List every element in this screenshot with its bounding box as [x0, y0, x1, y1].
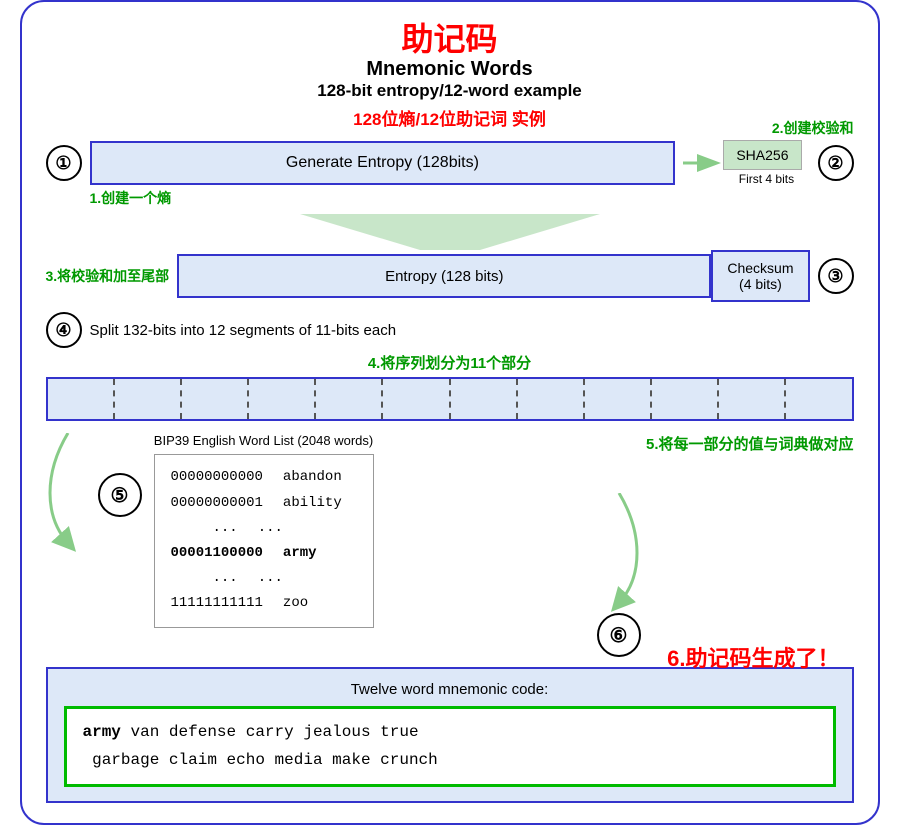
dict-row-1: 00000000000 abandon: [171, 465, 357, 490]
dict-right-1: abandon: [283, 465, 342, 490]
dict-left-5: ...: [171, 566, 238, 591]
dict-left-4: 00001100000: [171, 541, 263, 566]
step4-section: ④ Split 132-bits into 12 segments of 11-…: [46, 312, 854, 421]
dict-row-2: 00000000001 ability: [171, 491, 357, 516]
seg5: [316, 379, 383, 419]
subtitle-zh: 128位熵/12位助记词 实例: [46, 105, 854, 130]
mnemonic-box: army van defense carry jealous true garb…: [64, 706, 836, 786]
dict-left-1: 00000000000: [171, 465, 263, 490]
dict-row-6: 11111111111 zoo: [171, 591, 357, 616]
dict-row-5: ... ...: [171, 566, 357, 591]
dict-title: BIP39 English Word List (2048 words): [154, 433, 373, 448]
seg2: [115, 379, 182, 419]
bits-bar: [46, 377, 854, 421]
seg8: [518, 379, 585, 419]
step5-area: ⑤ BIP39 English Word List (2048 words) 0…: [46, 433, 854, 657]
right-arrow-area: [384, 493, 854, 613]
curved-arrow-icon: [46, 433, 90, 553]
seg9: [585, 379, 652, 419]
step4-text: Split 132-bits into 12 segments of 11-bi…: [90, 322, 397, 339]
step2-label: 2.创建校验和: [772, 118, 854, 138]
dict-right-2: ability: [283, 491, 342, 516]
seg1: [48, 379, 115, 419]
step6-outer: 6.助记码生成了！ Twelve word mnemonic code: arm…: [46, 667, 854, 802]
dict-left-3: ...: [171, 516, 238, 541]
funnel-arrow-area: [46, 214, 854, 250]
dict-row-4: 00001100000 army: [171, 541, 357, 566]
seg4: [249, 379, 316, 419]
circle-6: ⑥: [597, 613, 641, 657]
mnemonic-bold-word: army: [83, 723, 121, 741]
funnel-arrow-icon: [300, 214, 600, 250]
circle-3: ③: [818, 258, 854, 294]
step6-label-zh: 6.助记码生成了！: [667, 641, 839, 673]
mnemonic-rest: van defense carry jealous true garbage c…: [83, 723, 438, 768]
seg7: [451, 379, 518, 419]
right-curved-arrow-icon: [597, 493, 641, 613]
first4bits-label: First 4 bits: [739, 172, 794, 186]
step1-row: ① Generate Entropy (128bits) SHA256 Firs…: [46, 140, 854, 186]
dict-right-4: army: [283, 541, 317, 566]
step1-label-zh: 1.创建一个熵: [90, 188, 172, 208]
circle-1: ①: [46, 145, 82, 181]
title-zh: 助记码: [46, 20, 854, 58]
dict-left-6: 11111111111: [171, 591, 263, 616]
sha256-box: SHA256: [723, 140, 801, 170]
dict-right-6: zoo: [283, 591, 308, 616]
seg3: [182, 379, 249, 419]
step4-label-zh: 4.将序列划分为11个部分: [46, 352, 854, 373]
dict-right-5: ...: [258, 566, 283, 591]
dict-row-3: ... ...: [171, 516, 357, 541]
step3-row-wrapper: 3.将校验和加至尾部 Entropy (128 bits) Checksum (…: [46, 250, 854, 302]
circle-2: ②: [818, 145, 854, 181]
seg10: [652, 379, 719, 419]
checksum-box: Checksum (4 bits): [711, 250, 809, 302]
dict-left-2: 00000000001: [171, 491, 263, 516]
subtitle-en: 128-bit entropy/12-word example: [46, 81, 854, 101]
circle-4: ④: [46, 312, 82, 348]
left-green-arrows: [46, 433, 90, 553]
dict-area: BIP39 English Word List (2048 words) 000…: [154, 433, 374, 627]
step5-label-zh: 5.将每一部分的值与词典做对应: [646, 433, 854, 454]
bits-bar-inner: [48, 379, 852, 419]
title-en: Mnemonic Words: [46, 58, 854, 81]
step4-row: ④ Split 132-bits into 12 segments of 11-…: [46, 312, 854, 348]
seg12: [786, 379, 851, 419]
main-container: 助记码 Mnemonic Words 128-bit entropy/12-wo…: [20, 0, 880, 825]
seg6: [383, 379, 450, 419]
step6-title: Twelve word mnemonic code:: [64, 681, 836, 698]
entropy-generate-box: Generate Entropy (128bits): [90, 141, 676, 185]
sha-area: SHA256 First 4 bits: [723, 140, 809, 186]
seg11: [719, 379, 786, 419]
entropy128-box: Entropy (128 bits): [177, 254, 711, 298]
dict-container: 00000000000 abandon 00000000001 ability …: [154, 454, 374, 627]
circle-5: ⑤: [98, 473, 142, 517]
step5-right: 5.将每一部分的值与词典做对应 ⑥: [384, 433, 854, 657]
step3-row: 3.将校验和加至尾部 Entropy (128 bits) Checksum (…: [46, 250, 854, 302]
step1-2-wrapper: 2.创建校验和 ① Generate Entropy (128bits) SHA…: [46, 140, 854, 186]
step3-label-zh: 3.将校验和加至尾部: [46, 266, 170, 286]
dict-right-3: ...: [258, 516, 283, 541]
checksum-text: Checksum (4 bits): [727, 260, 793, 292]
arrow-right-icon: [683, 148, 723, 178]
